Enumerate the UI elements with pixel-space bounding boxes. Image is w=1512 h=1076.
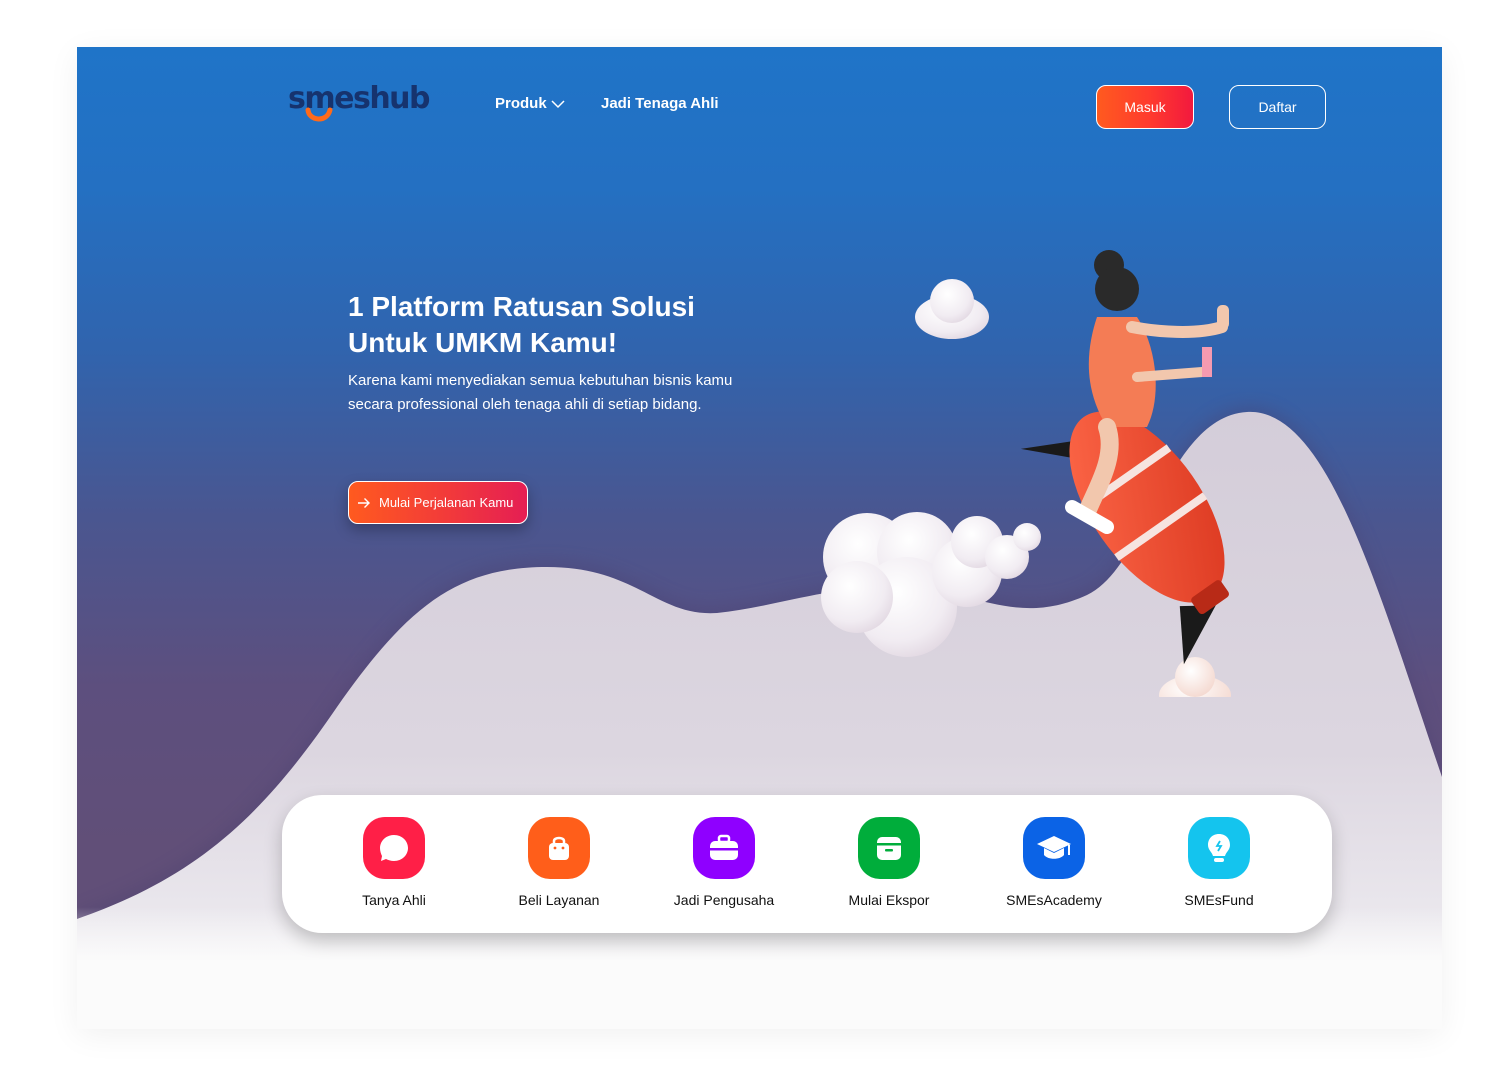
shopping-bag-icon bbox=[528, 817, 590, 879]
service-tanya-ahli[interactable]: Tanya Ahli bbox=[314, 817, 474, 917]
hero-title-line2: Untuk UMKM Kamu! bbox=[348, 327, 618, 358]
hero-title: 1 Platform Ratusan Solusi Untuk UMKM Kam… bbox=[348, 289, 768, 361]
service-label: Mulai Ekspor bbox=[848, 892, 930, 908]
service-jadi-pengusaha[interactable]: Jadi Pengusaha bbox=[644, 817, 804, 917]
briefcase-icon bbox=[693, 817, 755, 879]
graduation-cap-icon bbox=[1023, 817, 1085, 879]
cloud-small bbox=[1159, 657, 1231, 697]
hero-title-line1: 1 Platform Ratusan Solusi bbox=[348, 291, 695, 322]
service-beli-layanan[interactable]: Beli Layanan bbox=[479, 817, 639, 917]
masuk-label: Masuk bbox=[1124, 99, 1166, 115]
service-smesfund[interactable]: SMEsFund bbox=[1139, 817, 1299, 917]
smeshub-logo[interactable]: smeshub bbox=[288, 81, 438, 129]
daftar-label: Daftar bbox=[1258, 99, 1297, 115]
rocket-illustration bbox=[821, 250, 1231, 697]
box-icon bbox=[858, 817, 920, 879]
cloud-top bbox=[915, 279, 989, 339]
service-label: Tanya Ahli bbox=[362, 892, 426, 908]
service-label: SMEsFund bbox=[1184, 892, 1254, 908]
services-card: Tanya Ahli Beli Layanan Jadi Pengusaha M… bbox=[282, 795, 1332, 933]
nav-jadi-tenaga-ahli[interactable]: Jadi Tenaga Ahli bbox=[601, 95, 719, 112]
service-mulai-ekspor[interactable]: Mulai Ekspor bbox=[809, 817, 969, 917]
nav-tenaga-ahli-label: Jadi Tenaga Ahli bbox=[601, 95, 719, 112]
lightbulb-icon bbox=[1188, 817, 1250, 879]
service-label: Jadi Pengusaha bbox=[673, 892, 775, 908]
service-smesacademy[interactable]: SMEsAcademy bbox=[974, 817, 1134, 917]
hero-subtitle: Karena kami menyediakan semua kebutuhan … bbox=[348, 372, 733, 413]
nav-produk-label: Produk bbox=[495, 95, 547, 112]
smoke-cloud bbox=[821, 512, 1041, 657]
masuk-button[interactable]: Masuk bbox=[1096, 85, 1194, 129]
arrow-right-icon bbox=[358, 497, 370, 508]
service-label: Beli Layanan bbox=[518, 892, 600, 908]
logo-smile-icon bbox=[305, 107, 333, 122]
landing-page: smeshub Produk Jadi Tenaga Ahli Masuk Da… bbox=[77, 47, 1442, 1029]
mulai-perjalanan-button[interactable]: Mulai Perjalanan Kamu bbox=[348, 481, 528, 524]
chevron-down-icon bbox=[551, 99, 565, 108]
service-label: SMEsAcademy bbox=[1006, 892, 1102, 908]
cta-label: Mulai Perjalanan Kamu bbox=[379, 495, 514, 510]
chat-bubble-icon bbox=[363, 817, 425, 879]
nav-produk[interactable]: Produk bbox=[495, 95, 565, 112]
daftar-button[interactable]: Daftar bbox=[1229, 85, 1326, 129]
